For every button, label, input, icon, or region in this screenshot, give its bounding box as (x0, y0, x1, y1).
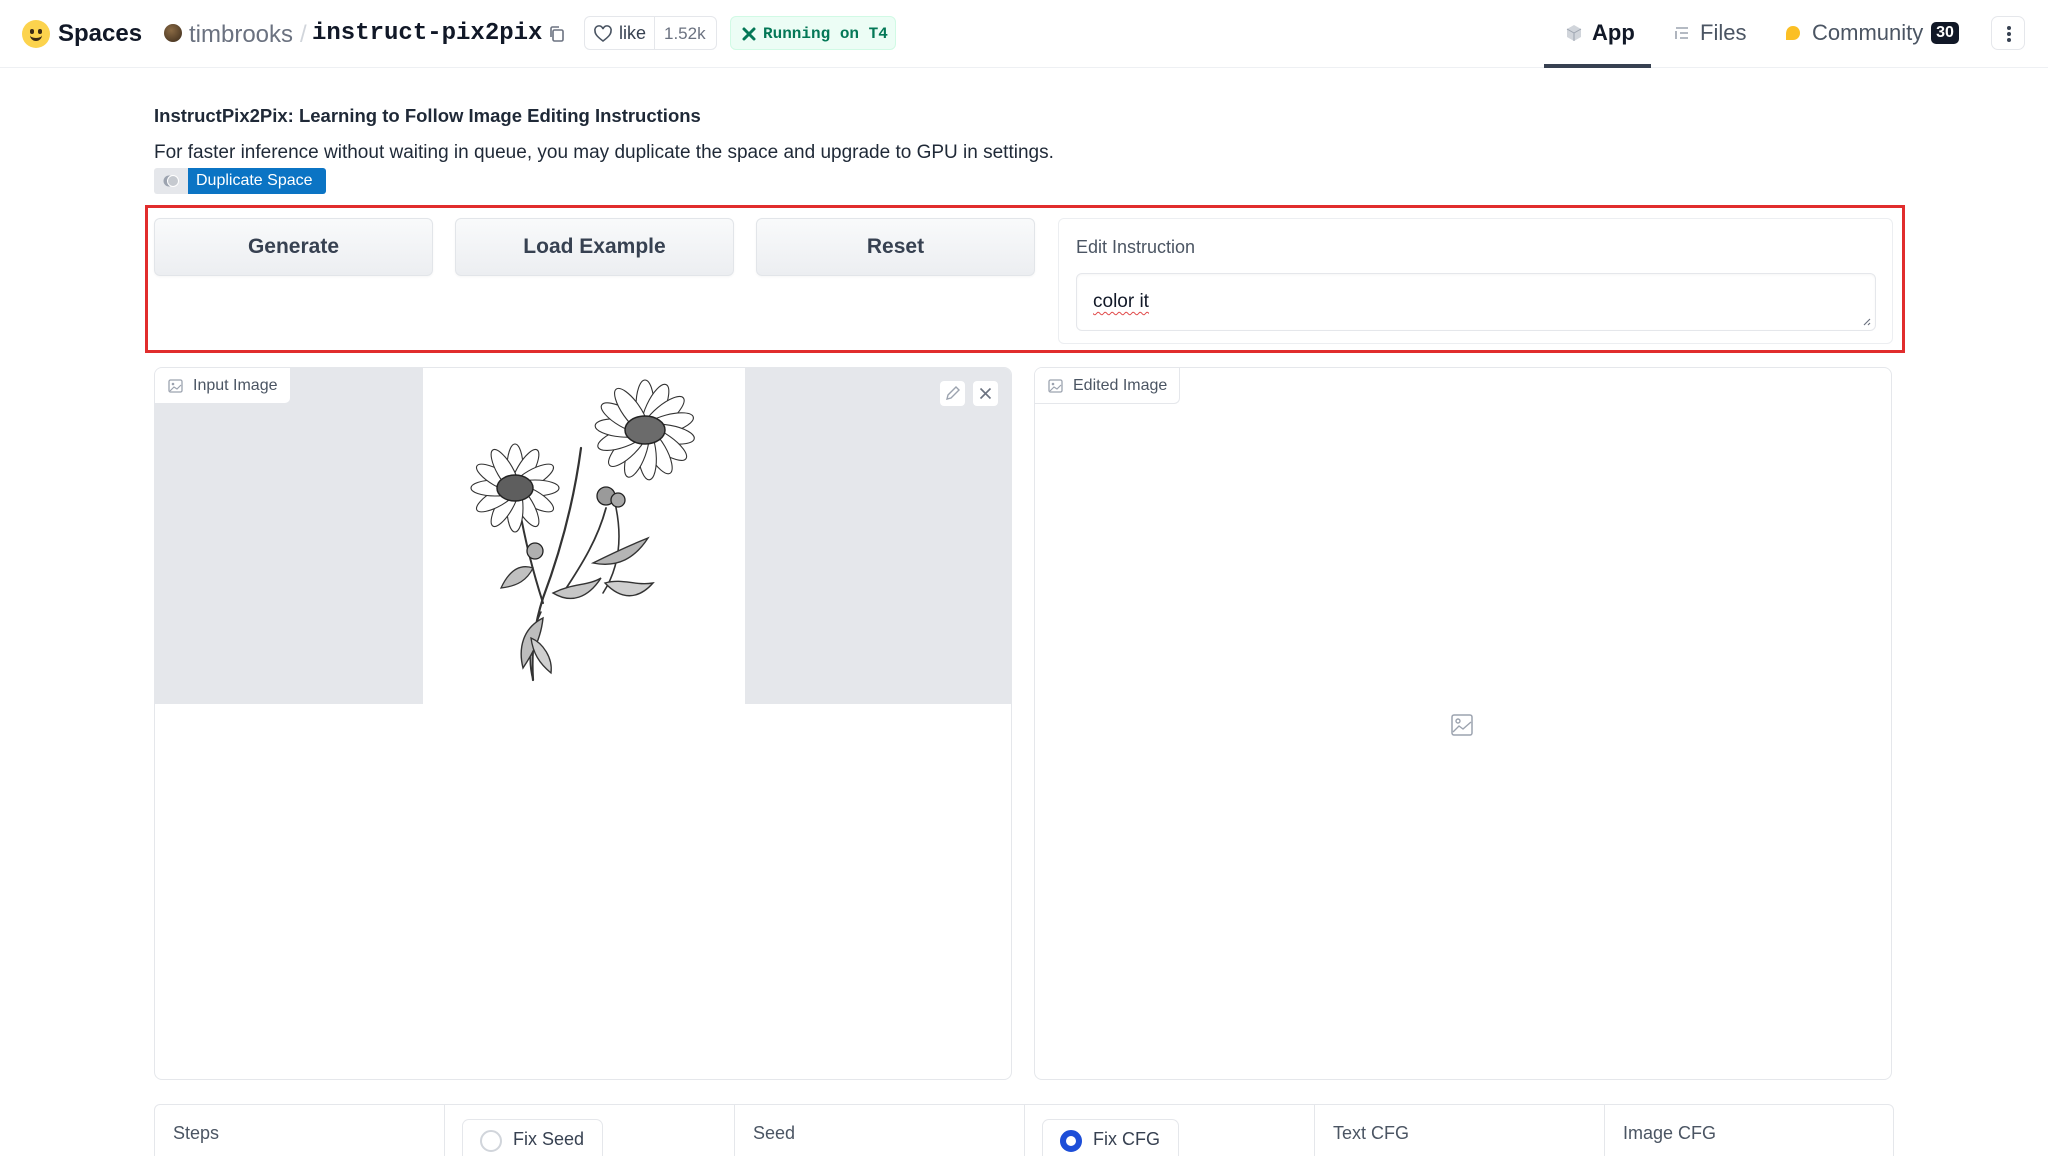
like-count[interactable]: 1.52k (664, 24, 706, 44)
image-icon (168, 379, 183, 393)
tab-app[interactable]: App (1592, 20, 1635, 46)
input-image-tag: Input Image (155, 368, 291, 404)
input-image-stage (155, 368, 1011, 704)
edited-image-label: Edited Image (1073, 377, 1168, 394)
tab-community[interactable]: Community (1812, 20, 1923, 46)
edit-instruction-input[interactable]: color it (1076, 273, 1876, 331)
more-dot (2007, 38, 2011, 42)
edit-instruction-label: Edit Instruction (1076, 237, 1196, 257)
huggingface-logo-icon[interactable] (22, 20, 50, 48)
seed-param: Seed (735, 1105, 1025, 1156)
more-dot (2007, 26, 2011, 30)
steps-param: Steps (155, 1105, 445, 1156)
parameters-row: Steps Fix Seed Seed Fix CFG Text CFG Ima… (154, 1104, 1894, 1156)
fix-cfg-radio-icon (1060, 1130, 1082, 1152)
edited-image-panel: Edited Image (1034, 367, 1892, 1080)
text-cfg-param: Text CFG (1315, 1105, 1605, 1156)
fix-seed-param: Fix Seed (445, 1105, 735, 1156)
repo-name[interactable]: instruct-pix2pix (312, 20, 542, 47)
path-separator: / (300, 21, 307, 48)
like-button[interactable]: like 1.52k (584, 16, 717, 50)
resize-grip-icon[interactable] (1861, 316, 1871, 326)
edit-image-button[interactable] (939, 380, 966, 407)
more-dot (2007, 32, 2011, 36)
image-placeholder-icon (1451, 714, 1473, 736)
input-image (423, 368, 745, 704)
duplicate-icon (163, 175, 179, 187)
duplicate-space-label: Duplicate Space (188, 168, 326, 194)
input-image-label: Input Image (193, 377, 278, 394)
files-icon (1675, 27, 1688, 39)
generate-button[interactable]: Generate (154, 218, 433, 276)
active-tab-indicator (1544, 64, 1651, 68)
duplicate-badge-left (154, 168, 188, 194)
clear-image-button[interactable] (972, 380, 999, 407)
edit-instruction-panel: Edit Instruction color it (1058, 218, 1893, 344)
heart-icon (594, 25, 612, 43)
like-label: like (619, 23, 647, 43)
text-cfg-label: Text CFG (1333, 1123, 1410, 1143)
seed-label: Seed (753, 1123, 796, 1143)
close-icon (979, 387, 992, 400)
app-cube-icon (1566, 25, 1582, 41)
image-cfg-param: Image CFG (1605, 1105, 1895, 1156)
reset-button[interactable]: Reset (756, 218, 1035, 276)
load-example-button[interactable]: Load Example (455, 218, 734, 276)
running-status-icon (742, 27, 756, 41)
owner-avatar[interactable] (164, 24, 182, 42)
page-title: InstructPix2Pix: Learning to Follow Imag… (154, 105, 701, 126)
spaces-link[interactable]: Spaces (58, 20, 142, 48)
community-icon (1786, 26, 1800, 40)
fix-seed-radio-icon (480, 1130, 502, 1152)
fix-cfg-label: Fix CFG (1093, 1129, 1160, 1149)
fix-cfg-radio[interactable]: Fix CFG (1042, 1119, 1179, 1156)
fix-seed-label: Fix Seed (513, 1129, 585, 1149)
fix-seed-radio[interactable]: Fix Seed (462, 1119, 604, 1156)
page-description: For faster inference without waiting in … (154, 142, 1054, 163)
top-header: Spaces timbrooks / instruct-pix2pix like… (0, 0, 2048, 68)
owner-link[interactable]: timbrooks (189, 21, 293, 49)
pencil-icon (946, 386, 960, 400)
community-count-badge: 30 (1931, 22, 1959, 44)
tab-files[interactable]: Files (1700, 20, 1746, 46)
daisy-sketch-image (470, 379, 695, 682)
like-divider (654, 17, 655, 49)
steps-label: Steps (173, 1123, 220, 1143)
input-image-panel[interactable]: Input Image (154, 367, 1012, 1080)
image-icon (1048, 379, 1063, 393)
status-badge[interactable]: Running on T4 (730, 16, 896, 50)
status-label: Running on T4 (763, 25, 888, 43)
edit-instruction-value: color it (1093, 291, 1149, 312)
copy-icon[interactable] (548, 25, 566, 43)
duplicate-space-badge[interactable]: Duplicate Space (154, 168, 326, 194)
more-options-button[interactable] (1991, 16, 2025, 50)
image-cfg-label: Image CFG (1623, 1123, 1717, 1143)
edited-image-tag: Edited Image (1035, 368, 1181, 404)
fix-cfg-param: Fix CFG (1025, 1105, 1315, 1156)
